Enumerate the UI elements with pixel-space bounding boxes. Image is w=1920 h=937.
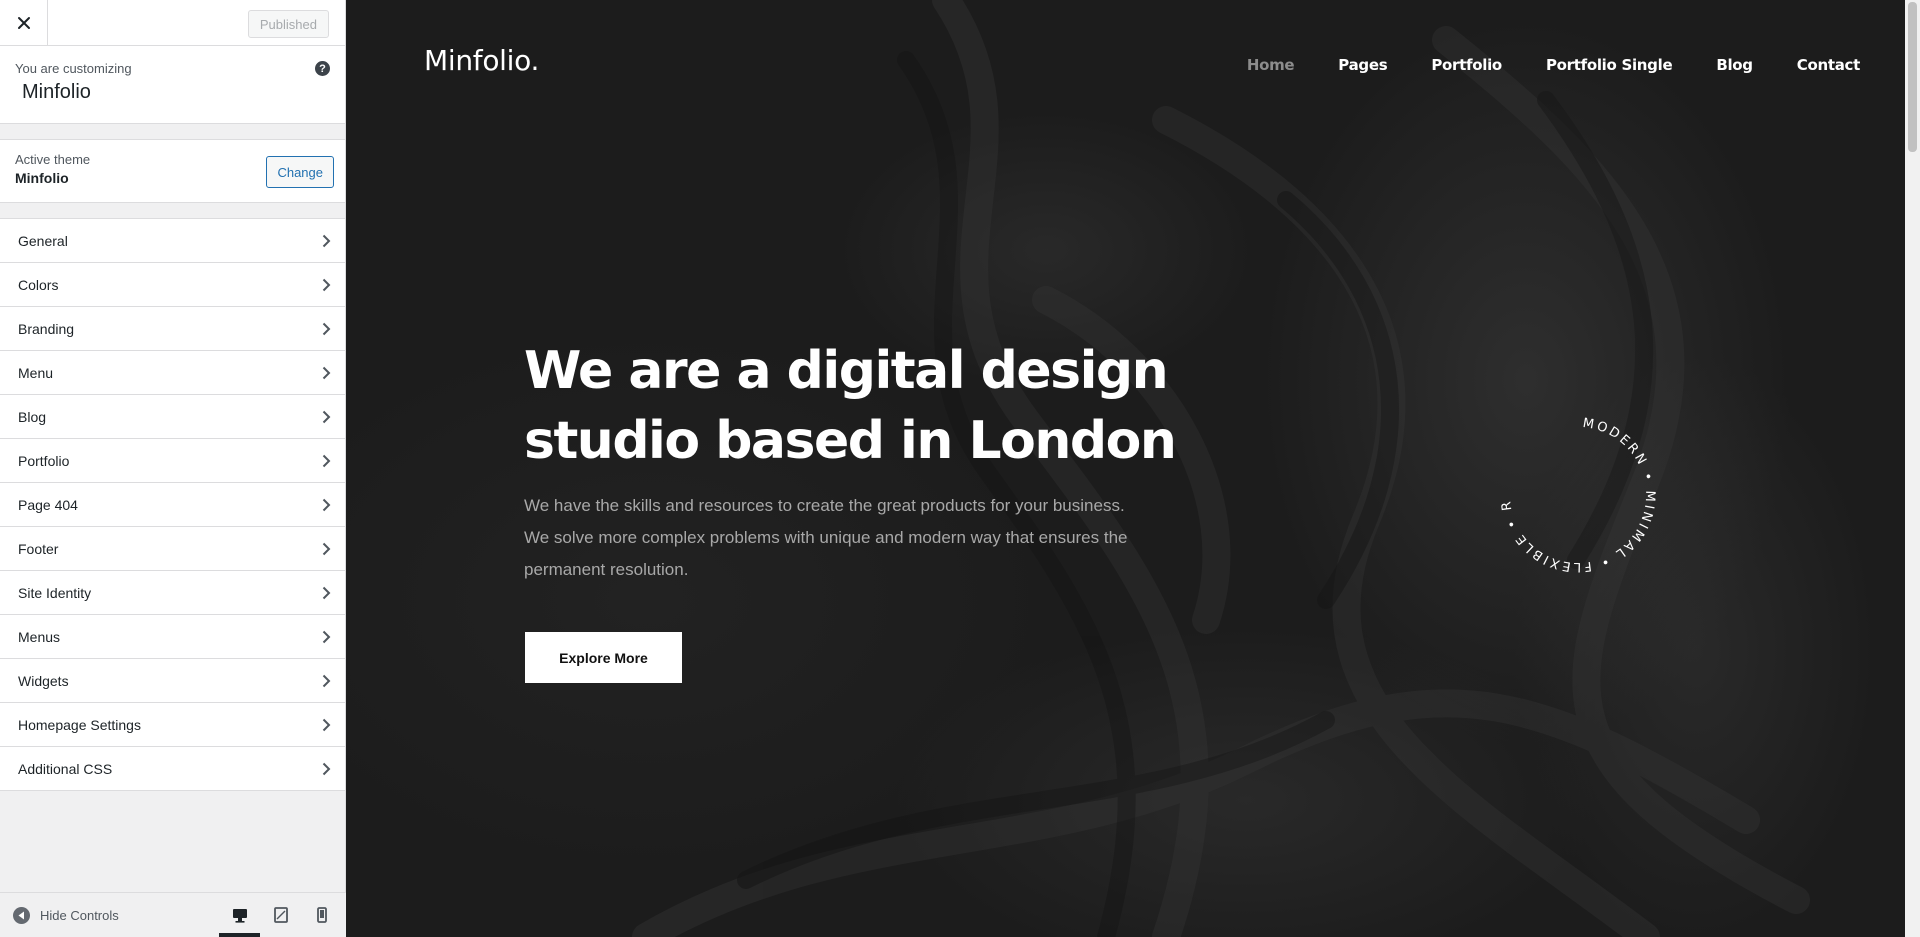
site-title: Minfolio: [22, 81, 91, 103]
publish-button[interactable]: Published: [247, 10, 329, 38]
chevron-right-icon: [322, 762, 331, 776]
main-navigation: Home Pages Portfolio Portfolio Single Blog Co…: [1203, 56, 1860, 74]
device-tablet-button[interactable]: [260, 893, 301, 937]
hero-title-line: studio based in London: [524, 411, 1177, 471]
section-label: Menu: [18, 364, 54, 381]
section-page-404[interactable]: Page 404: [0, 483, 345, 527]
nav-home[interactable]: Home: [1247, 56, 1295, 74]
section-label: Blog: [18, 408, 47, 425]
section-footer[interactable]: Footer: [0, 527, 345, 571]
site-preview: Minfolio. Home Pages Portfolio Portfolio Si…: [346, 0, 1905, 937]
close-icon: [17, 16, 30, 29]
nav-contact[interactable]: Contact: [1797, 56, 1861, 74]
section-label: Menus: [18, 628, 61, 645]
site-logo[interactable]: Minfolio.: [424, 44, 539, 77]
section-label: Additional CSS: [18, 760, 113, 777]
customizer-footer: Hide Controls: [0, 892, 346, 937]
badge-text: MODERN • MINIMAL • FLEXIBLE • RESPONSIVE…: [1493, 410, 1657, 574]
section-branding[interactable]: Branding: [0, 307, 345, 351]
rotating-text-badge: MODERN • MINIMAL • FLEXIBLE • RESPONSIVE…: [1493, 410, 1657, 574]
section-additional-css[interactable]: Additional CSS: [0, 747, 345, 791]
help-icon[interactable]: ?: [315, 61, 330, 76]
desktop-icon: [232, 908, 247, 923]
section-label: Site Identity: [18, 584, 92, 601]
device-mobile-button[interactable]: [301, 893, 342, 937]
section-blog[interactable]: Blog: [0, 395, 345, 439]
nav-pages[interactable]: Pages: [1338, 56, 1387, 74]
chevron-right-icon: [322, 498, 331, 512]
collapse-icon: [13, 906, 30, 924]
hide-controls-button[interactable]: Hide Controls: [13, 906, 119, 924]
explore-more-button[interactable]: Explore More: [525, 632, 682, 683]
section-widgets[interactable]: Widgets: [0, 659, 345, 703]
chevron-right-icon: [322, 410, 331, 424]
customizer-sections: General Colors Branding Menu Blog Portfolio Pa…: [0, 218, 345, 791]
section-site-identity[interactable]: Site Identity: [0, 571, 345, 615]
section-homepage-settings[interactable]: Homepage Settings: [0, 703, 345, 747]
nav-portfolio-single[interactable]: Portfolio Single: [1546, 56, 1673, 74]
section-general[interactable]: General: [0, 219, 345, 263]
section-label: Page 404: [18, 496, 78, 513]
section-menus[interactable]: Menus: [0, 615, 345, 659]
section-label: Widgets: [18, 672, 69, 689]
section-label: Portfolio: [18, 452, 70, 469]
hero-title-line: We are a digital design: [524, 341, 1169, 401]
scrollbar-thumb[interactable]: [1908, 2, 1917, 152]
chevron-right-icon: [322, 674, 331, 688]
chevron-right-icon: [322, 278, 331, 292]
customizer-header: Published: [0, 0, 345, 46]
section-label: General: [18, 232, 68, 249]
section-label: Homepage Settings: [18, 716, 141, 733]
chevron-right-icon: [322, 234, 331, 248]
section-menu[interactable]: Menu: [0, 351, 345, 395]
chevron-right-icon: [322, 718, 331, 732]
device-switcher: [219, 893, 342, 937]
active-theme-panel: Active theme Minfolio Change: [0, 139, 345, 203]
hero-description: We have the skills and resources to crea…: [524, 496, 1128, 579]
hero-title: We are a digital design studio based in …: [524, 336, 1224, 476]
chevron-right-icon: [322, 586, 331, 600]
chevron-right-icon: [322, 630, 331, 644]
nav-blog[interactable]: Blog: [1716, 56, 1753, 74]
change-theme-button[interactable]: Change: [266, 156, 334, 188]
customizing-info: You are customizing Minfolio ?: [0, 46, 345, 124]
chevron-right-icon: [322, 542, 331, 556]
chevron-right-icon: [322, 366, 331, 380]
customizing-label: You are customizing: [15, 61, 132, 76]
customizer-sidebar: Published You are customizing Minfolio ?…: [0, 0, 346, 937]
section-label: Branding: [18, 320, 75, 337]
section-portfolio[interactable]: Portfolio: [0, 439, 345, 483]
chevron-right-icon: [322, 322, 331, 336]
hide-controls-label: Hide Controls: [40, 907, 119, 923]
preview-scrollbar[interactable]: [1905, 0, 1920, 937]
section-label: Colors: [18, 276, 59, 293]
mobile-icon: [316, 907, 327, 923]
tablet-icon: [273, 907, 288, 923]
chevron-right-icon: [322, 454, 331, 468]
section-label: Footer: [18, 540, 59, 557]
section-colors[interactable]: Colors: [0, 263, 345, 307]
nav-portfolio[interactable]: Portfolio: [1431, 56, 1502, 74]
device-desktop-button[interactable]: [219, 893, 260, 937]
close-customizer-button[interactable]: [0, 0, 48, 45]
